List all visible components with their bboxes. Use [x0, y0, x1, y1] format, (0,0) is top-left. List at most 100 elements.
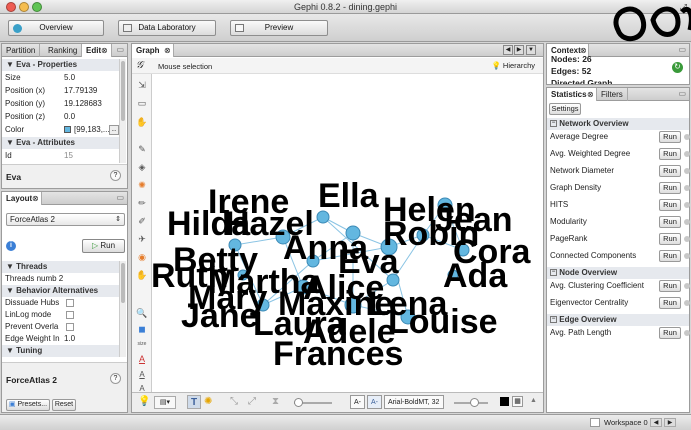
edge-weight-value[interactable]: 1.0: [64, 333, 75, 345]
layout-scrollbar[interactable]: [119, 261, 126, 357]
stat-run-button[interactable]: Run: [659, 131, 681, 143]
prev-workspace-icon[interactable]: ◀: [650, 418, 662, 427]
prop-value[interactable]: [99,183,...: [74, 124, 110, 136]
next-workspace-icon[interactable]: ▶: [664, 418, 676, 427]
scroll-right-icon[interactable]: ▶: [514, 45, 524, 55]
edge-pencil-icon[interactable]: ✐: [136, 216, 148, 227]
tab-ranking[interactable]: Ranking: [44, 44, 83, 57]
close-tab-icon[interactable]: ⊗: [32, 194, 39, 203]
prop-value[interactable]: 19.128683: [64, 98, 102, 110]
plane-icon[interactable]: ✈: [136, 234, 148, 245]
painter-icon[interactable]: ✋: [136, 270, 148, 281]
size-icon[interactable]: size: [136, 339, 148, 350]
stat-run-button[interactable]: Run: [659, 148, 681, 160]
label-color-icon[interactable]: A: [136, 354, 148, 365]
select-tool-icon[interactable]: ⇲: [136, 80, 148, 91]
properties-section[interactable]: ▼ Eva - Properties: [2, 59, 120, 71]
linlog-checkbox[interactable]: [66, 311, 74, 319]
presets-button[interactable]: ▣ Presets...: [6, 399, 50, 411]
stat-run-button[interactable]: Run: [659, 199, 681, 211]
stat-run-button[interactable]: Run: [659, 327, 681, 339]
tab-list-icon[interactable]: ▼: [526, 45, 536, 55]
preview-button[interactable]: Preview: [230, 20, 328, 36]
stat-run-button[interactable]: Run: [659, 297, 681, 309]
stat-run-button[interactable]: Run: [659, 165, 681, 177]
slider-thumb[interactable]: [470, 398, 479, 407]
hierarchy-button[interactable]: 💡 Hierarchy: [491, 61, 535, 70]
edge-color-icon[interactable]: ⤢: [248, 396, 256, 407]
pencil-icon[interactable]: ✏: [136, 198, 148, 209]
close-tab-icon[interactable]: ⊗: [164, 46, 171, 55]
reset-button[interactable]: Reset: [52, 399, 76, 411]
brush-icon[interactable]: ✎: [136, 144, 148, 155]
scrollbar-thumb[interactable]: [121, 61, 125, 121]
shortest-path-icon[interactable]: ◈: [136, 162, 148, 173]
stat-run-button[interactable]: Run: [659, 250, 681, 262]
stats-section-header[interactable]: − Edge Overview: [547, 314, 689, 326]
settings-button[interactable]: Settings: [549, 103, 581, 115]
edge-weight-icon[interactable]: ⧗: [272, 396, 279, 407]
heat-map-icon[interactable]: ✺: [136, 180, 148, 191]
refresh-icon[interactable]: ↻: [672, 62, 683, 73]
show-labels-icon[interactable]: T: [187, 395, 201, 409]
label-size-icon[interactable]: A: [136, 369, 148, 380]
label-font-button[interactable]: Arial-BoldMT, 32: [384, 395, 444, 409]
tab-partition[interactable]: Partition: [2, 44, 41, 57]
network-overview-section[interactable]: − Network Overview: [547, 118, 689, 130]
slider-thumb[interactable]: [294, 398, 303, 407]
color-swatch[interactable]: [64, 126, 71, 133]
expand-icon[interactable]: ▲: [530, 397, 537, 404]
size-tool-icon[interactable]: ◉: [136, 252, 148, 263]
prop-value[interactable]: 0.0: [64, 111, 75, 123]
overview-button[interactable]: Overview: [8, 20, 104, 36]
tuning-section[interactable]: ▼ Tuning: [2, 345, 120, 357]
stat-run-button[interactable]: Run: [659, 233, 681, 245]
help-icon[interactable]: ?: [110, 170, 121, 181]
settings-icon[interactable]: ▦: [512, 396, 523, 407]
screenshot-button[interactable]: ▤▾: [154, 396, 176, 409]
minimize-window-button[interactable]: [19, 2, 29, 12]
tab-filters[interactable]: Filters: [597, 88, 628, 101]
threads-row[interactable]: Threads numb 2: [2, 273, 120, 285]
dissuade-hubs-checkbox[interactable]: [66, 299, 74, 307]
color-picker-button[interactable]: ...: [109, 125, 119, 135]
prop-value[interactable]: 17.79139: [64, 85, 97, 97]
minimize-panel-icon[interactable]: ▭: [678, 89, 686, 98]
lightbulb-icon[interactable]: 💡: [138, 396, 150, 407]
stat-run-button[interactable]: Run: [659, 182, 681, 194]
close-window-button[interactable]: [6, 2, 16, 12]
label-size-slider[interactable]: [454, 398, 488, 407]
rect-select-icon[interactable]: ▭: [136, 98, 148, 109]
behavior-section[interactable]: ▼ Behavior Alternatives: [2, 285, 120, 297]
minimize-panel-icon[interactable]: ▭: [116, 193, 124, 202]
threads-section[interactable]: ▼ Threads: [2, 261, 120, 273]
edge-icon[interactable]: ⤡: [230, 396, 238, 407]
layout-algorithm-select[interactable]: ForceAtlas 2 ⇕: [6, 213, 125, 226]
layout-run-button[interactable]: ▷ Run: [82, 239, 125, 253]
label-options-icon[interactable]: ✺: [204, 396, 212, 407]
scrollbar-thumb[interactable]: [121, 263, 125, 303]
data-laboratory-button[interactable]: Data Laboratory: [118, 20, 216, 36]
properties-scrollbar[interactable]: [119, 59, 126, 163]
node-color-icon[interactable]: ◼: [136, 324, 148, 335]
zoom-window-button[interactable]: [32, 2, 42, 12]
font-increase-button[interactable]: A-: [367, 395, 382, 409]
label-color-swatch[interactable]: [500, 397, 509, 406]
scroll-left-icon[interactable]: ◀: [503, 45, 513, 55]
close-tab-icon[interactable]: ⊗: [101, 46, 108, 55]
stat-run-button[interactable]: Run: [659, 280, 681, 292]
help-icon[interactable]: ?: [110, 373, 121, 384]
edge-scale-slider[interactable]: [294, 398, 332, 407]
drag-tool-icon[interactable]: ✋: [136, 117, 148, 128]
prop-value[interactable]: 5.0: [64, 72, 75, 84]
font-decrease-button[interactable]: A-: [350, 395, 365, 409]
stat-run-button[interactable]: Run: [659, 216, 681, 228]
stats-section-header[interactable]: − Node Overview: [547, 267, 689, 279]
attributes-section[interactable]: ▼ Eva - Attributes: [2, 137, 120, 149]
info-icon[interactable]: i: [6, 241, 16, 251]
close-tab-icon[interactable]: ⊗: [587, 90, 594, 99]
graph-canvas[interactable]: [153, 75, 543, 392]
minimize-panel-icon[interactable]: ▭: [678, 45, 686, 54]
prevent-overlap-checkbox[interactable]: [66, 323, 74, 331]
zoom-icon[interactable]: 🔍: [136, 308, 148, 319]
